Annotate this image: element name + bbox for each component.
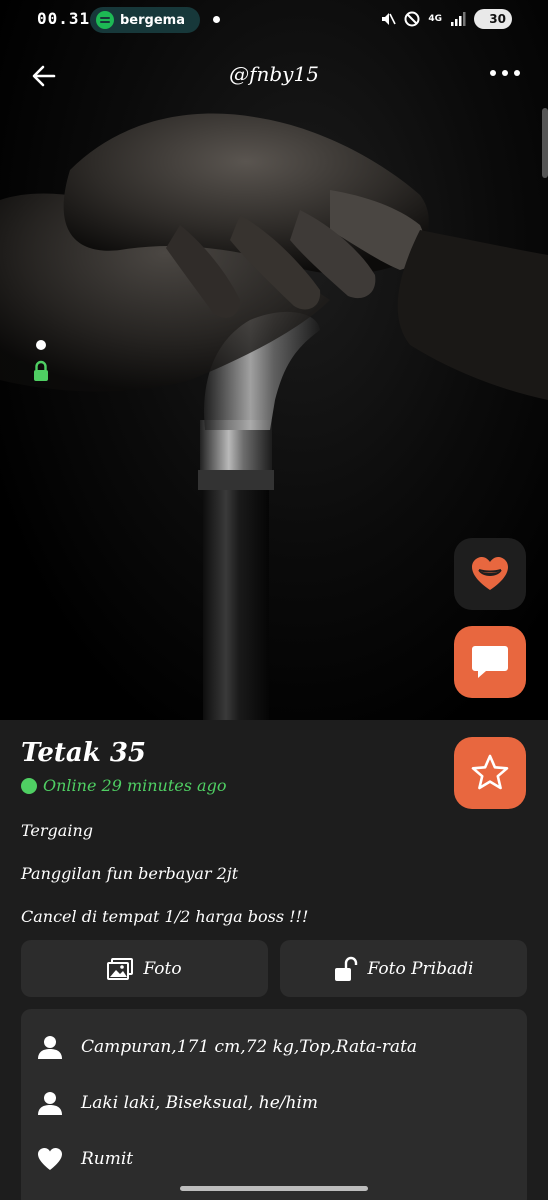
star-icon bbox=[471, 754, 509, 790]
battery-level: 30 bbox=[489, 12, 506, 26]
battery-indicator: 30 bbox=[474, 9, 512, 29]
details-card: Campuran,171 cm,72 kg,Top,Rata-rata Laki… bbox=[21, 1009, 527, 1200]
chat-bubble-icon bbox=[472, 646, 508, 678]
heart-icon bbox=[38, 1148, 62, 1170]
detail-row-identity: Laki laki, Biseksual, he/him bbox=[37, 1091, 318, 1115]
media-app-label: bergema bbox=[120, 12, 185, 28]
person-icon bbox=[38, 1092, 62, 1115]
notification-dot-icon bbox=[213, 16, 220, 23]
lock-icon bbox=[34, 360, 48, 381]
profile-photo[interactable] bbox=[0, 0, 548, 720]
profile-name: Tetak 35 bbox=[21, 738, 147, 768]
status-bar: 00.31 bergema 4G 30 bbox=[0, 0, 548, 40]
detail-relationship-text: Rumit bbox=[81, 1149, 134, 1169]
cane-hands-photo bbox=[0, 113, 548, 720]
mute-icon bbox=[382, 13, 397, 25]
detail-row-stats: Campuran,171 cm,72 kg,Top,Rata-rata bbox=[37, 1035, 417, 1059]
about-line: Cancel di tempat 1/2 harga boss !!! bbox=[21, 907, 309, 926]
chat-button[interactable] bbox=[454, 626, 526, 698]
signal-icon bbox=[451, 12, 466, 26]
unlock-icon bbox=[334, 956, 357, 981]
media-notification-pill[interactable]: bergema bbox=[90, 7, 200, 33]
profile-handle: @fnby15 bbox=[229, 62, 319, 86]
tap-button[interactable] bbox=[454, 538, 526, 610]
online-dot-icon bbox=[21, 777, 37, 794]
about-line: Panggilan fun berbayar 2jt bbox=[21, 864, 239, 883]
heart-lips-icon bbox=[472, 557, 508, 590]
detail-stats-text: Campuran,171 cm,72 kg,Top,Rata-rata bbox=[81, 1037, 418, 1057]
favorite-button[interactable] bbox=[454, 737, 526, 809]
private-photos-button-label: Foto Pribadi bbox=[367, 958, 474, 979]
image-icon bbox=[107, 957, 134, 980]
do-not-disturb-icon bbox=[404, 11, 420, 27]
status-icons: 4G 30 bbox=[380, 9, 512, 29]
detail-row-relationship: Rumit bbox=[37, 1147, 133, 1171]
person-icon bbox=[38, 1036, 62, 1059]
spotify-icon bbox=[96, 11, 114, 29]
status-time: 00.31 bbox=[37, 9, 91, 28]
network-type: 4G bbox=[428, 13, 442, 24]
more-dots-icon[interactable] bbox=[490, 70, 520, 76]
about-line: Tergaing bbox=[21, 821, 93, 840]
private-photos-button[interactable]: Foto Pribadi bbox=[280, 940, 527, 997]
photos-button[interactable]: Foto bbox=[21, 940, 268, 997]
photo-pager-dot bbox=[36, 340, 46, 350]
scrollbar-thumb[interactable] bbox=[542, 108, 548, 178]
photos-button-label: Foto bbox=[143, 958, 182, 979]
detail-identity-text: Laki laki, Biseksual, he/him bbox=[81, 1093, 318, 1113]
home-indicator[interactable] bbox=[180, 1186, 368, 1191]
online-status: Online 29 minutes ago bbox=[21, 776, 226, 795]
online-status-text: Online 29 minutes ago bbox=[43, 776, 227, 795]
